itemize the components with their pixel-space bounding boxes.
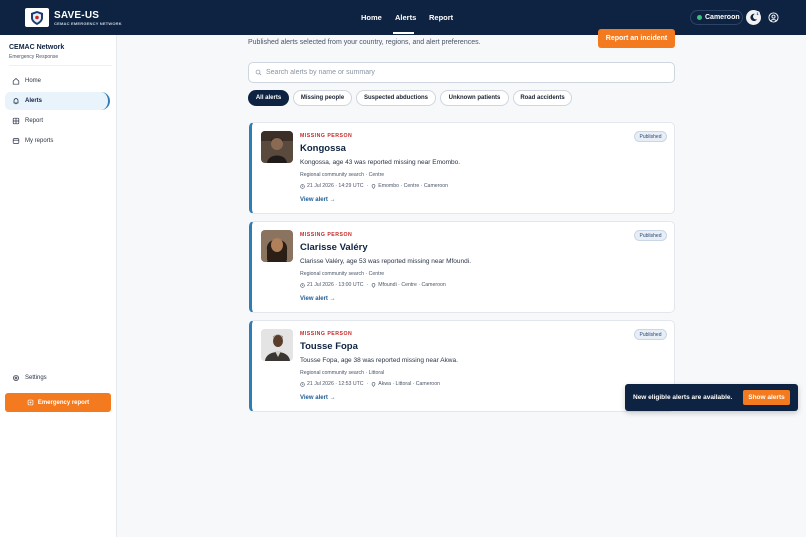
top-navbar: SAVE-US CEMAC EMERGENCY NETWORK Home Ale… xyxy=(0,0,806,35)
nav-active-indicator xyxy=(393,32,414,34)
person-photo xyxy=(261,131,293,163)
alert-datetime: 21 Jul 2026 · 12:53 UTC xyxy=(307,381,364,387)
location-pin-icon xyxy=(371,282,376,288)
clock-icon xyxy=(300,381,305,387)
alert-card[interactable]: MISSING PERSON Clarisse Valéry Clarisse … xyxy=(249,221,675,313)
alert-info-row: 21 Jul 2026 · 13:00 UTC · Mfoundi · Cent… xyxy=(300,282,446,288)
inbox-icon xyxy=(11,137,20,146)
status-badge: Published xyxy=(634,329,667,340)
bell-icon xyxy=(11,97,20,106)
view-alert-link[interactable]: View alert → xyxy=(300,395,336,401)
sidebar-item-label: Alerts xyxy=(25,98,43,104)
person-photo xyxy=(261,230,293,262)
country-selector[interactable]: Cameroon xyxy=(690,10,743,25)
sidebar-item-label: Home xyxy=(25,78,42,84)
alert-type-label: MISSING PERSON xyxy=(300,232,353,238)
sidebar-item-label: My reports xyxy=(25,138,54,144)
brand-tagline: CEMAC EMERGENCY NETWORK xyxy=(54,21,122,26)
country-label: Cameroon xyxy=(705,14,740,21)
gear-icon xyxy=(11,374,20,383)
alert-scope: Regional community search · Littoral xyxy=(300,370,385,376)
location-pin-icon xyxy=(371,183,376,189)
clock-icon xyxy=(300,282,305,288)
nav-alerts[interactable]: Alerts xyxy=(395,13,416,22)
alert-datetime: 21 Jul 2026 · 13:00 UTC xyxy=(307,282,364,288)
home-icon xyxy=(11,77,20,86)
filter-road-accidents[interactable]: Road accidents xyxy=(513,90,572,106)
alert-location: Mfoundi · Centre · Cameroon xyxy=(378,282,446,288)
sidebar-item-my-reports[interactable]: My reports xyxy=(5,132,110,150)
account-button[interactable] xyxy=(767,11,780,24)
alert-description: Kongossa, age 43 was reported missing ne… xyxy=(300,159,461,166)
sidebar: CEMAC Network Emergency Response Home Al… xyxy=(0,35,117,537)
alert-location: Emombo · Centre · Cameroon xyxy=(378,183,449,189)
alert-card[interactable]: MISSING PERSON Kongossa Kongossa, age 43… xyxy=(249,122,675,214)
notification-badge: 1 xyxy=(755,11,760,16)
sidebar-item-alerts[interactable]: Alerts xyxy=(5,92,110,110)
separator: · xyxy=(366,282,369,288)
page-subtitle: Published alerts selected from your coun… xyxy=(248,39,481,46)
search-icon xyxy=(255,69,262,76)
filter-unknown-patients[interactable]: Unknown patients xyxy=(440,90,509,106)
sidebar-item-label: Report xyxy=(25,118,44,124)
brand-name: SAVE-US xyxy=(54,10,100,21)
arrow-right-icon: → xyxy=(329,395,336,401)
separator: · xyxy=(366,381,369,387)
person-name: Kongossa xyxy=(300,143,346,154)
filter-all-alerts[interactable]: All alerts xyxy=(248,90,289,106)
person-name: Clarisse Valéry xyxy=(300,242,368,253)
alert-type-label: MISSING PERSON xyxy=(300,133,353,139)
sidebar-item-label: Settings xyxy=(25,375,47,381)
new-alerts-toast: New eligible alerts are available. Show … xyxy=(625,384,798,411)
alert-scope: Regional community search · Centre xyxy=(300,172,385,178)
alert-description: Tousse Fopa, age 38 was reported missing… xyxy=(300,357,458,364)
arrow-right-icon: → xyxy=(329,296,336,302)
nav-home[interactable]: Home xyxy=(361,13,382,22)
clock-icon xyxy=(300,183,305,189)
view-alert-link[interactable]: View alert → xyxy=(300,197,336,203)
status-badge: Published xyxy=(634,230,667,241)
emergency-report-button[interactable]: Emergency report xyxy=(5,393,111,412)
alert-datetime: 21 Jul 2026 · 14:29 UTC xyxy=(307,183,364,189)
user-icon xyxy=(768,12,779,23)
person-photo xyxy=(261,329,293,361)
divider xyxy=(9,65,112,66)
alert-info-row: 21 Jul 2026 · 12:53 UTC · Akwa · Littora… xyxy=(300,381,440,387)
show-alerts-button[interactable]: Show alerts xyxy=(743,390,790,405)
search-bar[interactable] xyxy=(248,62,675,83)
separator: · xyxy=(366,183,369,189)
arrow-right-icon: → xyxy=(329,197,336,203)
grid-icon xyxy=(11,117,20,126)
emergency-report-label: Emergency report xyxy=(37,399,90,406)
status-dot xyxy=(697,15,702,20)
toast-message: New eligible alerts are available. xyxy=(633,394,733,401)
alert-description: Clarisse Valéry, age 53 was reported mis… xyxy=(300,258,472,265)
search-input[interactable] xyxy=(266,69,666,76)
sidebar-item-home[interactable]: Home xyxy=(5,72,110,90)
view-alert-link[interactable]: View alert → xyxy=(300,296,336,302)
nav-report[interactable]: Report xyxy=(429,13,453,22)
alert-location: Akwa · Littoral · Cameroon xyxy=(378,381,440,387)
person-name: Tousse Fopa xyxy=(300,341,358,352)
location-pin-icon xyxy=(371,381,376,387)
sidebar-item-settings[interactable]: Settings xyxy=(5,369,110,387)
filter-suspected-abductions[interactable]: Suspected abductions xyxy=(356,90,436,106)
status-badge: Published xyxy=(634,131,667,142)
alert-card[interactable]: MISSING PERSON Tousse Fopa Tousse Fopa, … xyxy=(249,320,675,412)
report-incident-button[interactable]: Report an incident xyxy=(598,29,675,48)
brand-logo[interactable] xyxy=(25,8,49,27)
filter-missing-people[interactable]: Missing people xyxy=(293,90,352,106)
org-subtitle: Emergency Response xyxy=(9,54,59,60)
sidebar-item-report[interactable]: Report xyxy=(5,112,110,130)
org-title: CEMAC Network xyxy=(9,44,65,51)
alert-square-icon xyxy=(27,399,34,406)
alert-type-label: MISSING PERSON xyxy=(300,331,353,337)
alert-info-row: 21 Jul 2026 · 14:29 UTC · Emombo · Centr… xyxy=(300,183,448,189)
alert-scope: Regional community search · Centre xyxy=(300,271,385,277)
